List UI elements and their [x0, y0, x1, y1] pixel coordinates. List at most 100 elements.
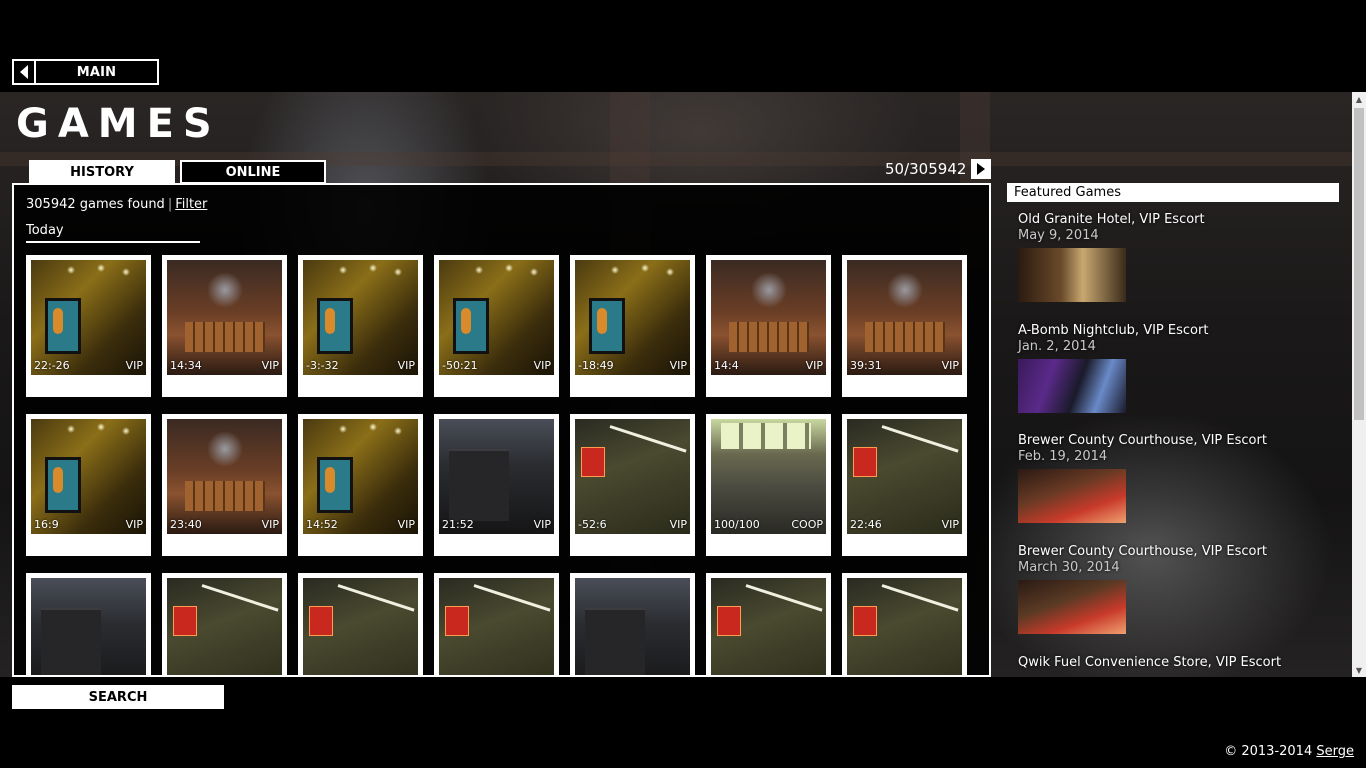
- game-mode: VIP: [669, 359, 687, 372]
- game-card[interactable]: -18:49 VIP: [570, 255, 695, 397]
- game-mode: VIP: [261, 518, 279, 531]
- game-thumbnail: [303, 578, 418, 675]
- next-page-button[interactable]: [971, 159, 991, 179]
- game-card[interactable]: [842, 573, 967, 675]
- scroll-down-icon[interactable]: ▼: [1352, 663, 1366, 677]
- games-found-count: 305942 games found: [26, 197, 165, 212]
- game-card[interactable]: -52:6 VIP: [570, 414, 695, 556]
- game-thumbnail: -52:6 VIP: [575, 419, 690, 534]
- game-score: -18:49: [578, 359, 614, 372]
- tab-history[interactable]: HISTORY: [29, 160, 175, 184]
- featured-list: Old Granite Hotel, VIP Escort May 9, 201…: [1007, 202, 1339, 677]
- footer: © 2013-2014 Serge: [1224, 744, 1354, 759]
- game-thumbnail: 100/100 COOP: [711, 419, 826, 534]
- game-card[interactable]: [162, 573, 287, 675]
- game-thumbnail: 22:-26 VIP: [31, 260, 146, 375]
- games-panel: 305942 games found | Filter Today 22:-26 VI…: [12, 183, 991, 677]
- game-thumbnail: [847, 578, 962, 675]
- game-score: -52:6: [578, 518, 607, 531]
- featured-title: A-Bomb Nightclub, VIP Escort: [1018, 323, 1209, 338]
- game-mode: VIP: [397, 518, 415, 531]
- game-mode: VIP: [941, 359, 959, 372]
- game-thumbnail: 14:4 VIP: [711, 260, 826, 375]
- game-score: -3:-32: [306, 359, 339, 372]
- game-card[interactable]: [570, 573, 695, 675]
- game-thumbnail: 14:34 VIP: [167, 260, 282, 375]
- game-thumbnail: 23:40 VIP: [167, 419, 282, 534]
- featured-item[interactable]: Qwik Fuel Convenience Store, VIP Escort: [1018, 655, 1338, 671]
- game-score: 39:31: [850, 359, 882, 372]
- featured-item[interactable]: Brewer County Courthouse, VIP Escort Mar…: [1018, 544, 1338, 634]
- featured-title: Brewer County Courthouse, VIP Escort: [1018, 433, 1267, 448]
- game-card[interactable]: 21:52 VIP: [434, 414, 559, 556]
- scroll-up-icon[interactable]: ▲: [1352, 92, 1366, 106]
- game-mode: VIP: [125, 359, 143, 372]
- game-score: 14:52: [306, 518, 338, 531]
- featured-date: Jan. 2, 2014: [1018, 339, 1096, 354]
- featured-item[interactable]: A-Bomb Nightclub, VIP Escort Jan. 2, 201…: [1018, 323, 1338, 413]
- separator: |: [167, 197, 173, 212]
- search-button[interactable]: SEARCH: [12, 685, 224, 709]
- featured-thumbnail: [1018, 580, 1126, 634]
- game-score: 16:9: [34, 518, 59, 531]
- featured-thumbnail: [1018, 248, 1126, 302]
- featured-item[interactable]: Brewer County Courthouse, VIP Escort Feb…: [1018, 433, 1338, 523]
- back-arrow-icon: [14, 61, 36, 83]
- main-back-button[interactable]: MAIN: [12, 59, 159, 85]
- game-card[interactable]: 14:34 VIP: [162, 255, 287, 397]
- game-card[interactable]: [434, 573, 559, 675]
- game-thumbnail: 16:9 VIP: [31, 419, 146, 534]
- game-score: 14:34: [170, 359, 202, 372]
- tab-online[interactable]: ONLINE: [180, 160, 326, 184]
- author-link[interactable]: Serge: [1316, 744, 1354, 759]
- page-scrollbar[interactable]: ▲ ▼: [1352, 92, 1366, 677]
- game-thumbnail: 14:52 VIP: [303, 419, 418, 534]
- game-card[interactable]: 22:46 VIP: [842, 414, 967, 556]
- featured-date: Feb. 19, 2014: [1018, 449, 1108, 464]
- game-thumbnail: 39:31 VIP: [847, 260, 962, 375]
- game-mode: VIP: [669, 518, 687, 531]
- game-card[interactable]: [706, 573, 831, 675]
- game-thumbnail: -3:-32 VIP: [303, 260, 418, 375]
- game-card[interactable]: -3:-32 VIP: [298, 255, 423, 397]
- featured-title: Brewer County Courthouse, VIP Escort: [1018, 544, 1267, 559]
- game-score: -50:21: [442, 359, 478, 372]
- game-mode: VIP: [125, 518, 143, 531]
- game-score: 22:-26: [34, 359, 70, 372]
- game-mode: VIP: [261, 359, 279, 372]
- game-card[interactable]: 23:40 VIP: [162, 414, 287, 556]
- game-thumbnail: 22:46 VIP: [847, 419, 962, 534]
- page-counter: 50/305942: [885, 160, 967, 178]
- game-card[interactable]: 14:4 VIP: [706, 255, 831, 397]
- main-button-label: MAIN: [76, 64, 117, 80]
- play-right-icon: [977, 163, 985, 175]
- game-card[interactable]: 22:-26 VIP: [26, 255, 151, 397]
- game-thumbnail: [439, 578, 554, 675]
- game-card[interactable]: [298, 573, 423, 675]
- game-card[interactable]: -50:21 VIP: [434, 255, 559, 397]
- featured-heading: Featured Games: [1007, 183, 1339, 202]
- featured-thumbnail: [1018, 359, 1126, 413]
- game-mode: VIP: [533, 359, 551, 372]
- game-card[interactable]: [26, 573, 151, 675]
- featured-date: March 30, 2014: [1018, 560, 1120, 575]
- featured-thumbnail: [1018, 469, 1126, 523]
- game-card[interactable]: 14:52 VIP: [298, 414, 423, 556]
- featured-date: May 9, 2014: [1018, 228, 1099, 243]
- page-title: GAMES: [16, 101, 221, 147]
- filter-link[interactable]: Filter: [175, 197, 207, 212]
- game-mode: VIP: [941, 518, 959, 531]
- game-mode: VIP: [805, 359, 823, 372]
- game-card[interactable]: 39:31 VIP: [842, 255, 967, 397]
- game-thumbnail: [575, 578, 690, 675]
- game-score: 22:46: [850, 518, 882, 531]
- section-today-label: Today: [26, 223, 200, 243]
- game-card[interactable]: 100/100 COOP: [706, 414, 831, 556]
- scrollbar-thumb[interactable]: [1354, 108, 1364, 420]
- game-thumbnail: 21:52 VIP: [439, 419, 554, 534]
- featured-item[interactable]: Old Granite Hotel, VIP Escort May 9, 201…: [1018, 212, 1338, 302]
- game-thumbnail: [31, 578, 146, 675]
- game-card[interactable]: 16:9 VIP: [26, 414, 151, 556]
- game-mode: VIP: [533, 518, 551, 531]
- game-mode: COOP: [791, 518, 823, 531]
